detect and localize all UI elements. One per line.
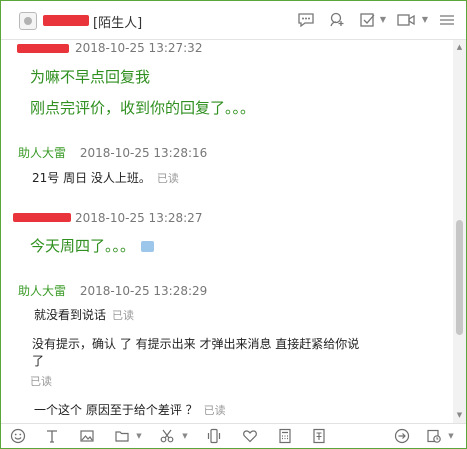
chevron-down-icon[interactable]: ▼	[378, 15, 388, 25]
document-icon[interactable]	[310, 428, 328, 445]
chevron-down-icon[interactable]: ▼	[447, 432, 455, 441]
redacted-sender	[13, 213, 71, 222]
message-text: 没有提示，确认 了 有提示出来 才弹出来消息 直接赶紧给你说	[32, 337, 360, 351]
ellipsis-emoji-icon	[141, 235, 155, 252]
folder-icon[interactable]	[113, 428, 131, 445]
contact-tag: [陌生人]	[93, 16, 143, 31]
message-meta: 助人大雷 2018-10-25 13:28:16	[18, 144, 207, 161]
read-status: 已读	[30, 375, 52, 388]
chat-window: [陌生人] ▼ ▼ 2018-10-25 13:27:32 为嘛不早点回复我 刚…	[0, 0, 467, 449]
message-text: 刚点完评价，收到你的回复了。。。	[30, 99, 256, 117]
message-time: 2018-10-25 13:28:16	[79, 146, 208, 160]
font-icon[interactable]	[43, 428, 61, 445]
read-status: 已读	[156, 172, 179, 185]
message-line: 今天周四了。。。	[30, 237, 136, 255]
chat-bubble-icon[interactable]	[296, 12, 316, 30]
chevron-down-icon[interactable]: ▼	[420, 15, 430, 25]
reply-icon[interactable]	[393, 428, 411, 445]
message-text: 就没看到说话 已读	[34, 306, 134, 323]
sender-name: 助人大雷	[18, 146, 67, 160]
checkbox-icon[interactable]	[358, 12, 378, 30]
redacted-sender	[17, 44, 69, 53]
message-time: 2018-10-25 13:28:27	[75, 211, 203, 225]
message-meta: 助人大雷 2018-10-25 13:28:29	[18, 282, 207, 299]
chat-header: [陌生人] ▼ ▼	[1, 1, 466, 40]
emoji-icon[interactable]	[9, 428, 27, 445]
read-status: 已读	[112, 309, 135, 322]
message-line: 一个这个 原因至于给个差评 ？	[34, 403, 198, 417]
input-toolbar: ▼ ▼ ▼	[1, 423, 466, 448]
more-icon[interactable]	[437, 12, 457, 30]
message-time: 2018-10-25 13:28:29	[79, 284, 208, 298]
phone-icon[interactable]	[205, 428, 223, 445]
scrollbar-thumb[interactable]	[456, 220, 463, 335]
message-time: 2018-10-25 13:27:32	[75, 41, 203, 55]
message-text: 今天周四了。。。	[30, 235, 155, 256]
chevron-down-icon[interactable]: ▼	[181, 432, 189, 441]
calculator-icon[interactable]	[276, 428, 294, 445]
scrollbar[interactable]: ▲ ▼	[453, 40, 466, 423]
message-text: 21号 周日 没人上班。 已读	[32, 169, 179, 186]
scroll-down-arrow-icon[interactable]: ▼	[456, 412, 463, 419]
message-list[interactable]: 2018-10-25 13:27:32 为嘛不早点回复我 刚点完评价，收到你的回…	[1, 40, 453, 423]
image-icon[interactable]	[78, 428, 96, 445]
message-text: 了	[32, 354, 45, 368]
video-icon[interactable]	[396, 12, 416, 30]
chevron-down-icon[interactable]: ▼	[135, 432, 143, 441]
avatar[interactable]	[19, 12, 37, 30]
message-line: 21号 周日 没人上班。	[32, 171, 151, 185]
sender-name: 助人大雷	[18, 284, 67, 298]
message-text: 一个这个 原因至于给个差评 ？ 已读	[34, 401, 226, 418]
read-status: 已读	[203, 404, 226, 417]
history-icon[interactable]	[425, 428, 443, 445]
add-contact-icon[interactable]	[327, 12, 347, 30]
scissors-icon[interactable]	[158, 428, 176, 445]
redacted-name	[43, 15, 89, 26]
heart-icon[interactable]	[241, 428, 259, 445]
scroll-up-arrow-icon[interactable]: ▲	[456, 44, 463, 51]
message-text: 为嘛不早点回复我	[30, 68, 151, 86]
message-line: 就没看到说话	[34, 308, 107, 322]
